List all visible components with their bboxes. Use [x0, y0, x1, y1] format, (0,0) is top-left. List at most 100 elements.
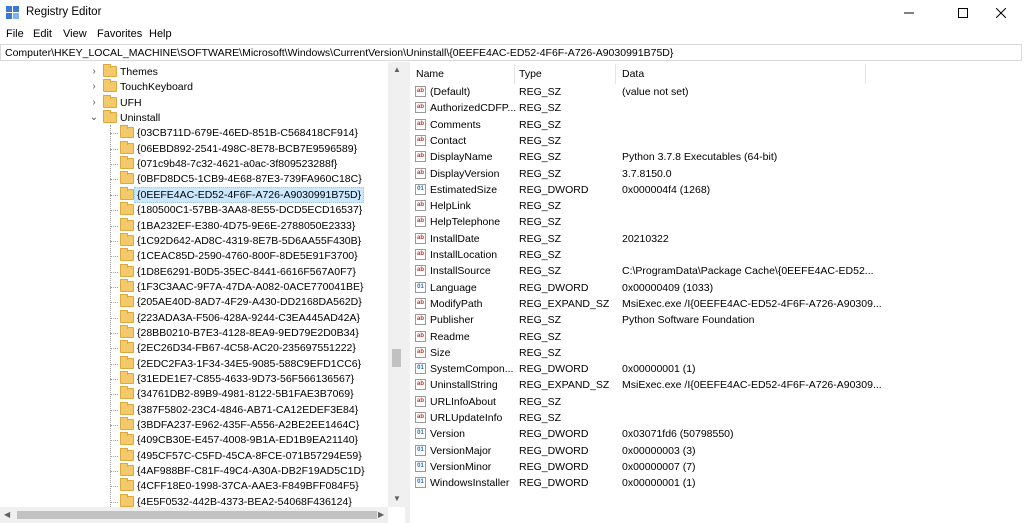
column-divider[interactable] — [615, 64, 616, 84]
value-row[interactable]: ab (Default) REG_SZ (value not set) — [410, 84, 1024, 100]
tree-item[interactable]: {2EC26D34-FB67-4C58-AC20-235697551222} — [0, 340, 388, 356]
expand-chevron-icon[interactable]: › — [89, 64, 99, 80]
value-row[interactable]: ab AuthorizedCDFP... REG_SZ — [410, 100, 1024, 116]
value-row[interactable]: ab UninstallString REG_EXPAND_SZ MsiExec.ex… — [410, 377, 1024, 393]
tree-item[interactable]: {34761DB2-89B9-4981-8122-5B1FAE3B7069} — [0, 386, 388, 402]
value-row[interactable]: 01 SystemCompon... REG_DWORD 0x00000001 (1) — [410, 361, 1024, 377]
tree-item[interactable]: {1D8E6291-B0D5-35EC-8441-6616F567A0F7} — [0, 263, 388, 280]
tree-item[interactable]: {495CF57C-C5FD-45CA-8FCE-071B57294E59} — [0, 447, 388, 464]
value-row[interactable]: ab ModifyPath REG_EXPAND_SZ MsiExec.exe /I{… — [410, 296, 1024, 312]
tree-item[interactable]: {205AE40D-8AD7-4F29-A430-DD2168DA562D} — [0, 294, 388, 310]
column-header-name[interactable]: Name — [416, 66, 444, 82]
tree-item-label[interactable]: {31EDE1E7-C855-4633-9D73-56F566136567} — [137, 371, 354, 387]
address-bar[interactable]: Computer\HKEY_LOCAL_MACHINE\SOFTWARE\Mic… — [0, 44, 1022, 61]
tree-item-label[interactable]: Uninstall — [120, 110, 160, 126]
tree-item[interactable]: {223ADA3A-F506-428A-9244-C3EA445AD42A} — [0, 309, 388, 326]
value-row[interactable]: 01 Language REG_DWORD 0x00000409 (1033) — [410, 280, 1024, 296]
value-row[interactable]: ab InstallSource REG_SZ C:\ProgramData\Pack… — [410, 263, 1024, 279]
tree-horizontal-scrollbar[interactable]: ◀ ▶ — [0, 507, 388, 523]
value-row[interactable]: ab Contact REG_SZ — [410, 133, 1024, 149]
tree-vertical-scroll-thumb[interactable] — [392, 349, 401, 367]
menu-help[interactable]: Help — [149, 28, 172, 40]
tree-item[interactable]: {1BA232EF-E380-4D75-9E6E-2788050E2333} — [0, 217, 388, 234]
value-row[interactable]: 01 VersionMinor REG_DWORD 0x00000007 (7) — [410, 459, 1024, 475]
menu-view[interactable]: View — [63, 28, 87, 40]
scroll-down-arrow-icon[interactable]: ▼ — [393, 494, 401, 503]
tree-item-label[interactable]: {180500C1-57BB-3AA8-8E55-DCD5ECD16537} — [137, 202, 362, 218]
collapse-chevron-icon[interactable]: ⌄ — [89, 110, 99, 126]
value-row[interactable]: ab Readme REG_SZ — [410, 329, 1024, 345]
tree-item-label[interactable]: {03CB711D-679E-46ED-851B-C568418CF914} — [137, 125, 358, 141]
tree-vertical-scrollbar[interactable]: ▲ ▼ — [388, 62, 405, 507]
tree-item[interactable]: {409CB30E-E457-4008-9B1A-ED1B9EA21140} — [0, 432, 388, 448]
tree-item[interactable]: › TouchKeyboard — [0, 79, 388, 95]
tree-item-label[interactable]: {223ADA3A-F506-428A-9244-C3EA445AD42A} — [137, 310, 360, 326]
tree-item[interactable]: {071c9b48-7c32-4621-a0ac-3f809523288f} — [0, 156, 388, 172]
tree-item[interactable]: {0EEFE4AC-ED52-4F6F-A726-A9030991B75D} — [0, 186, 388, 203]
tree-item-label[interactable]: {071c9b48-7c32-4621-a0ac-3f809523288f} — [137, 156, 337, 172]
tree-item[interactable]: {4CFF18E0-1998-37CA-AAE3-F849BFF084F5} — [0, 478, 388, 494]
value-row[interactable]: ab HelpLink REG_SZ — [410, 198, 1024, 214]
tree-item[interactable]: {180500C1-57BB-3AA8-8E55-DCD5ECD16537} — [0, 202, 388, 218]
value-row[interactable]: 01 WindowsInstaller REG_DWORD 0x00000001 (1… — [410, 475, 1024, 491]
tree-item-label[interactable]: {1D8E6291-B0D5-35EC-8441-6616F567A0F7} — [137, 264, 356, 280]
value-row[interactable]: ab URLInfoAbout REG_SZ — [410, 394, 1024, 410]
tree-item[interactable]: {1F3C3AAC-9F7A-47DA-A082-0ACE770041BE} — [0, 278, 388, 295]
tree-item[interactable]: › UFH — [0, 94, 388, 111]
value-row[interactable]: ab DisplayName REG_SZ Python 3.7.8 Executab… — [410, 149, 1024, 165]
value-row[interactable]: 01 Version REG_DWORD 0x03071fd6 (50798550) — [410, 426, 1024, 442]
column-divider[interactable] — [865, 64, 866, 84]
value-row[interactable]: ab HelpTelephone REG_SZ — [410, 214, 1024, 230]
tree-item-label[interactable]: TouchKeyboard — [120, 79, 193, 95]
menu-edit[interactable]: Edit — [33, 28, 52, 40]
value-row[interactable]: ab Publisher REG_SZ Python Software Foundat… — [410, 312, 1024, 328]
tree-item[interactable]: › Themes — [0, 64, 388, 80]
tree-item[interactable]: {1CEAC85D-2590-4760-800F-8DE5E91F3700} — [0, 248, 388, 264]
tree-item-label[interactable]: {3BDFA237-E962-435F-A556-A2BE2EE1464C} — [137, 417, 359, 433]
tree-item[interactable]: ⌄ Uninstall — [0, 110, 388, 126]
tree-item-label[interactable]: {4AF988BF-C81F-49C4-A30A-DB2F19AD5C1D} — [137, 463, 365, 479]
tree-horizontal-scroll-thumb[interactable] — [17, 511, 377, 519]
tree-item-label[interactable]: {387F5802-23C4-4846-AB71-CA12EDEF3E84} — [137, 402, 358, 418]
tree-item-label[interactable]: {2EDC2FA3-1F34-34E5-9085-588C9EFD1CC6} — [137, 356, 361, 372]
tree-item-label[interactable]: {1CEAC85D-2590-4760-800F-8DE5E91F3700} — [137, 248, 358, 264]
tree-item[interactable]: {31EDE1E7-C855-4633-9D73-56F566136567} — [0, 371, 388, 387]
tree-item[interactable]: {2EDC2FA3-1F34-34E5-9085-588C9EFD1CC6} — [0, 355, 388, 372]
column-header-data[interactable]: Data — [622, 66, 644, 82]
tree-item[interactable]: {3BDFA237-E962-435F-A556-A2BE2EE1464C} — [0, 417, 388, 433]
tree-item-label[interactable]: {06EBD892-2541-498C-8E78-BCB7E9596589} — [137, 141, 357, 157]
scroll-right-arrow-icon[interactable]: ▶ — [378, 510, 384, 519]
value-row[interactable]: ab InstallLocation REG_SZ — [410, 247, 1024, 263]
tree-item[interactable]: {06EBD892-2541-498C-8E78-BCB7E9596589} — [0, 140, 388, 157]
tree-item-label[interactable]: {1F3C3AAC-9F7A-47DA-A082-0ACE770041BE} — [137, 279, 363, 295]
tree-item-label[interactable]: UFH — [120, 95, 142, 111]
tree-item-label[interactable]: Themes — [120, 64, 158, 80]
value-row[interactable]: ab URLUpdateInfo REG_SZ — [410, 410, 1024, 426]
expand-chevron-icon[interactable]: › — [89, 79, 99, 95]
tree-item-label[interactable]: {0BFD8DC5-1CB9-4E68-87E3-739FA960C18C} — [137, 171, 362, 187]
tree-item-label[interactable]: {205AE40D-8AD7-4F29-A430-DD2168DA562D} — [137, 294, 362, 310]
menu-favorites[interactable]: Favorites — [97, 28, 142, 40]
tree-item[interactable]: {03CB711D-679E-46ED-851B-C568418CF914} — [0, 125, 388, 141]
tree-item-label-selected[interactable]: {0EEFE4AC-ED52-4F6F-A726-A9030991B75D} — [134, 186, 365, 203]
tree-item-label[interactable]: {495CF57C-C5FD-45CA-8FCE-071B57294E59} — [137, 448, 362, 464]
value-row[interactable]: 01 VersionMajor REG_DWORD 0x00000003 (3) — [410, 443, 1024, 459]
value-row[interactable]: ab DisplayVersion REG_SZ 3.7.8150.0 — [410, 166, 1024, 182]
value-row[interactable]: ab Size REG_SZ — [410, 345, 1024, 361]
menu-file[interactable]: File — [6, 28, 24, 40]
tree-item-label[interactable]: {409CB30E-E457-4008-9B1A-ED1B9EA21140} — [137, 432, 358, 448]
tree-item[interactable]: {1C92D642-AD8C-4319-8E7B-5D6AA55F430B} — [0, 232, 388, 249]
tree-item-label[interactable]: {34761DB2-89B9-4981-8122-5B1FAE3B7069} — [137, 386, 354, 402]
close-button[interactable] — [978, 0, 1024, 26]
tree-item-label[interactable]: {28BB0210-B7E3-4128-8EA9-9ED79E2D0B34} — [137, 325, 359, 341]
expand-chevron-icon[interactable]: › — [89, 95, 99, 111]
value-row[interactable]: ab Comments REG_SZ — [410, 117, 1024, 133]
value-row[interactable]: ab InstallDate REG_SZ 20210322 — [410, 231, 1024, 247]
tree-item-label[interactable]: {1BA232EF-E380-4D75-9E6E-2788050E2333} — [137, 218, 355, 234]
tree-item[interactable]: {387F5802-23C4-4846-AB71-CA12EDEF3E84} — [0, 401, 388, 418]
tree-item[interactable]: {0BFD8DC5-1CB9-4E68-87E3-739FA960C18C} — [0, 171, 388, 187]
scroll-up-arrow-icon[interactable]: ▲ — [393, 65, 401, 74]
tree-item-label[interactable]: {1C92D642-AD8C-4319-8E7B-5D6AA55F430B} — [137, 233, 361, 249]
scroll-left-arrow-icon[interactable]: ◀ — [4, 510, 10, 519]
column-divider[interactable] — [514, 64, 515, 84]
